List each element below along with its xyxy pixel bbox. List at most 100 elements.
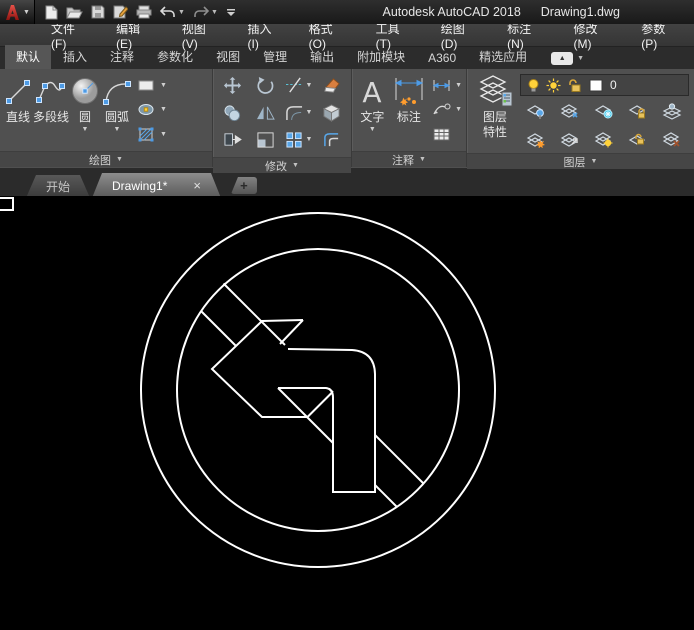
menu-draw[interactable]: 绘图(D): [428, 24, 494, 46]
title-bar: ▼ ▼ ▼ Autodesk AutoCAD 2018 Drawing1.dwg: [0, 0, 694, 24]
make-current-layer-button[interactable]: [656, 97, 690, 125]
close-tab-icon[interactable]: ×: [193, 181, 201, 191]
offset-button[interactable]: [315, 126, 348, 153]
customize-quick-access-button[interactable]: [226, 8, 236, 17]
file-tab-drawing1[interactable]: Drawing1* ×: [92, 173, 221, 198]
layer-off-button[interactable]: [656, 125, 690, 153]
ribbon-tab-view[interactable]: 视图: [205, 45, 251, 69]
dimension-button[interactable]: 标注: [390, 71, 428, 151]
layer-properties-button[interactable]: 图层 特性: [470, 71, 520, 153]
make-current-layer-icon: [662, 103, 682, 120]
arrow-bottom-barb-back-edge: [307, 393, 332, 418]
layer-off-icon: [662, 131, 682, 148]
menu-insert[interactable]: 插入(I): [235, 24, 296, 46]
ribbon-tab-manage[interactable]: 管理: [252, 45, 298, 69]
ribbon-tab-featured-apps[interactable]: 精选应用: [468, 45, 538, 69]
annotation-panel-tools: A 文字 ▼ 标注 ▼ ▼: [352, 69, 466, 151]
sign-inner-circle: [177, 249, 459, 531]
menu-file[interactable]: 文件(F): [38, 24, 103, 46]
ribbon-tab-parametric[interactable]: 参数化: [146, 45, 204, 69]
new-file-icon: [45, 5, 58, 20]
change-to-current-layer-button[interactable]: [554, 125, 588, 153]
open-file-button[interactable]: [66, 6, 83, 19]
layer-unlock-tool-button[interactable]: [622, 125, 656, 153]
undo-button[interactable]: ▼: [160, 6, 185, 19]
file-tab-start[interactable]: 开始: [26, 175, 90, 198]
polyline-button[interactable]: 多段线: [33, 71, 69, 151]
layer-walk-button[interactable]: [588, 125, 622, 153]
change-to-current-layer-icon: [560, 131, 580, 148]
menu-format[interactable]: 格式(O): [296, 24, 363, 46]
leader-button[interactable]: ▼: [432, 102, 462, 116]
copy-button[interactable]: [216, 99, 249, 126]
current-layer-name: 0: [610, 78, 617, 92]
rotate-button[interactable]: [249, 72, 282, 99]
menu-tools[interactable]: 工具(T): [363, 24, 428, 46]
redo-button[interactable]: ▼: [193, 6, 218, 19]
plot-button[interactable]: [136, 5, 152, 19]
save-button[interactable]: [91, 5, 105, 19]
circle-button[interactable]: 圆 ▼: [69, 71, 101, 151]
menu-modify[interactable]: 修改(M): [561, 24, 629, 46]
ribbon-tab-addins[interactable]: 附加模块: [346, 45, 416, 69]
mirror-button[interactable]: [249, 99, 282, 126]
layer-isolate-button[interactable]: [520, 97, 554, 125]
minimize-ribbon-button[interactable]: ▲ ▼: [551, 52, 584, 69]
scale-icon: [256, 131, 275, 149]
ribbon-tab-insert[interactable]: 插入: [52, 45, 98, 69]
arc-dropdown-caret-icon[interactable]: ▼: [114, 125, 121, 134]
arrow-shaft-outline: [278, 349, 375, 492]
stretch-button[interactable]: [216, 126, 249, 153]
application-menu-button[interactable]: ▼: [0, 0, 35, 24]
layer-panel-expand-icon: ▼: [591, 158, 598, 165]
move-button[interactable]: [216, 72, 249, 99]
erase-button[interactable]: [315, 72, 348, 99]
layer-match-button[interactable]: [520, 125, 554, 153]
hatch-caret-icon: ▼: [160, 131, 167, 138]
layer-unlock-icon: [568, 78, 582, 93]
explode-icon: [322, 104, 341, 122]
ellipse-button[interactable]: ▼: [137, 102, 167, 117]
circle-dropdown-caret-icon[interactable]: ▼: [82, 125, 89, 134]
layer-freeze-button[interactable]: [588, 97, 622, 125]
array-button[interactable]: ▼: [282, 126, 315, 153]
fillet-button[interactable]: ▼: [282, 99, 315, 126]
modify-panel-title[interactable]: 修改▼: [213, 157, 351, 173]
draw-panel-title[interactable]: 绘图▼: [0, 151, 212, 167]
annotation-panel-title[interactable]: 注释▼: [352, 151, 466, 167]
ribbon-tab-home[interactable]: 默认: [5, 45, 51, 69]
menu-edit[interactable]: 编辑(E): [103, 24, 169, 46]
layer-freeze-icon: [594, 103, 614, 120]
arrow-top-barb-back-edge: [280, 320, 303, 344]
new-file-button[interactable]: [45, 5, 58, 20]
save-as-button[interactable]: [113, 5, 128, 19]
layer-lock-button[interactable]: [622, 97, 656, 125]
table-button[interactable]: [432, 127, 462, 142]
line-button[interactable]: 直线: [3, 71, 33, 151]
menu-parametric[interactable]: 参数(P): [628, 24, 694, 46]
hatch-button[interactable]: ▼: [137, 126, 167, 143]
copy-icon: [223, 104, 242, 122]
layer-select-combo[interactable]: 0: [520, 74, 689, 96]
arc-button[interactable]: 圆弧 ▼: [101, 71, 133, 151]
model-space-canvas[interactable]: [0, 196, 694, 630]
new-drawing-tab-button[interactable]: +: [231, 177, 257, 194]
menu-view[interactable]: 视图(V): [169, 24, 235, 46]
layer-match-icon: [526, 131, 546, 148]
draw-panel-expand-icon: ▼: [116, 156, 123, 163]
layer-panel-title[interactable]: 图层▼: [467, 153, 694, 169]
ribbon-tab-annotate[interactable]: 注释: [99, 45, 145, 69]
trim-button[interactable]: ▼: [282, 72, 315, 99]
scale-button[interactable]: [249, 126, 282, 153]
rectangle-button[interactable]: ▼: [137, 78, 167, 93]
explode-button[interactable]: [315, 99, 348, 126]
menu-dimension[interactable]: 标注(N): [494, 24, 560, 46]
modify-panel-tools: ▼ ▼ ▼: [213, 69, 351, 157]
ribbon: 直线 多段线 圆 ▼ 圆弧 ▼ ▼ ▼: [0, 69, 694, 167]
linear-dimension-button[interactable]: ▼: [432, 79, 462, 92]
ribbon-tab-output[interactable]: 输出: [299, 45, 345, 69]
layer-unisolate-button[interactable]: [554, 97, 588, 125]
text-dropdown-caret-icon[interactable]: ▼: [369, 125, 376, 134]
text-button[interactable]: A 文字 ▼: [355, 71, 390, 151]
ribbon-tab-a360[interactable]: A360: [417, 48, 467, 69]
